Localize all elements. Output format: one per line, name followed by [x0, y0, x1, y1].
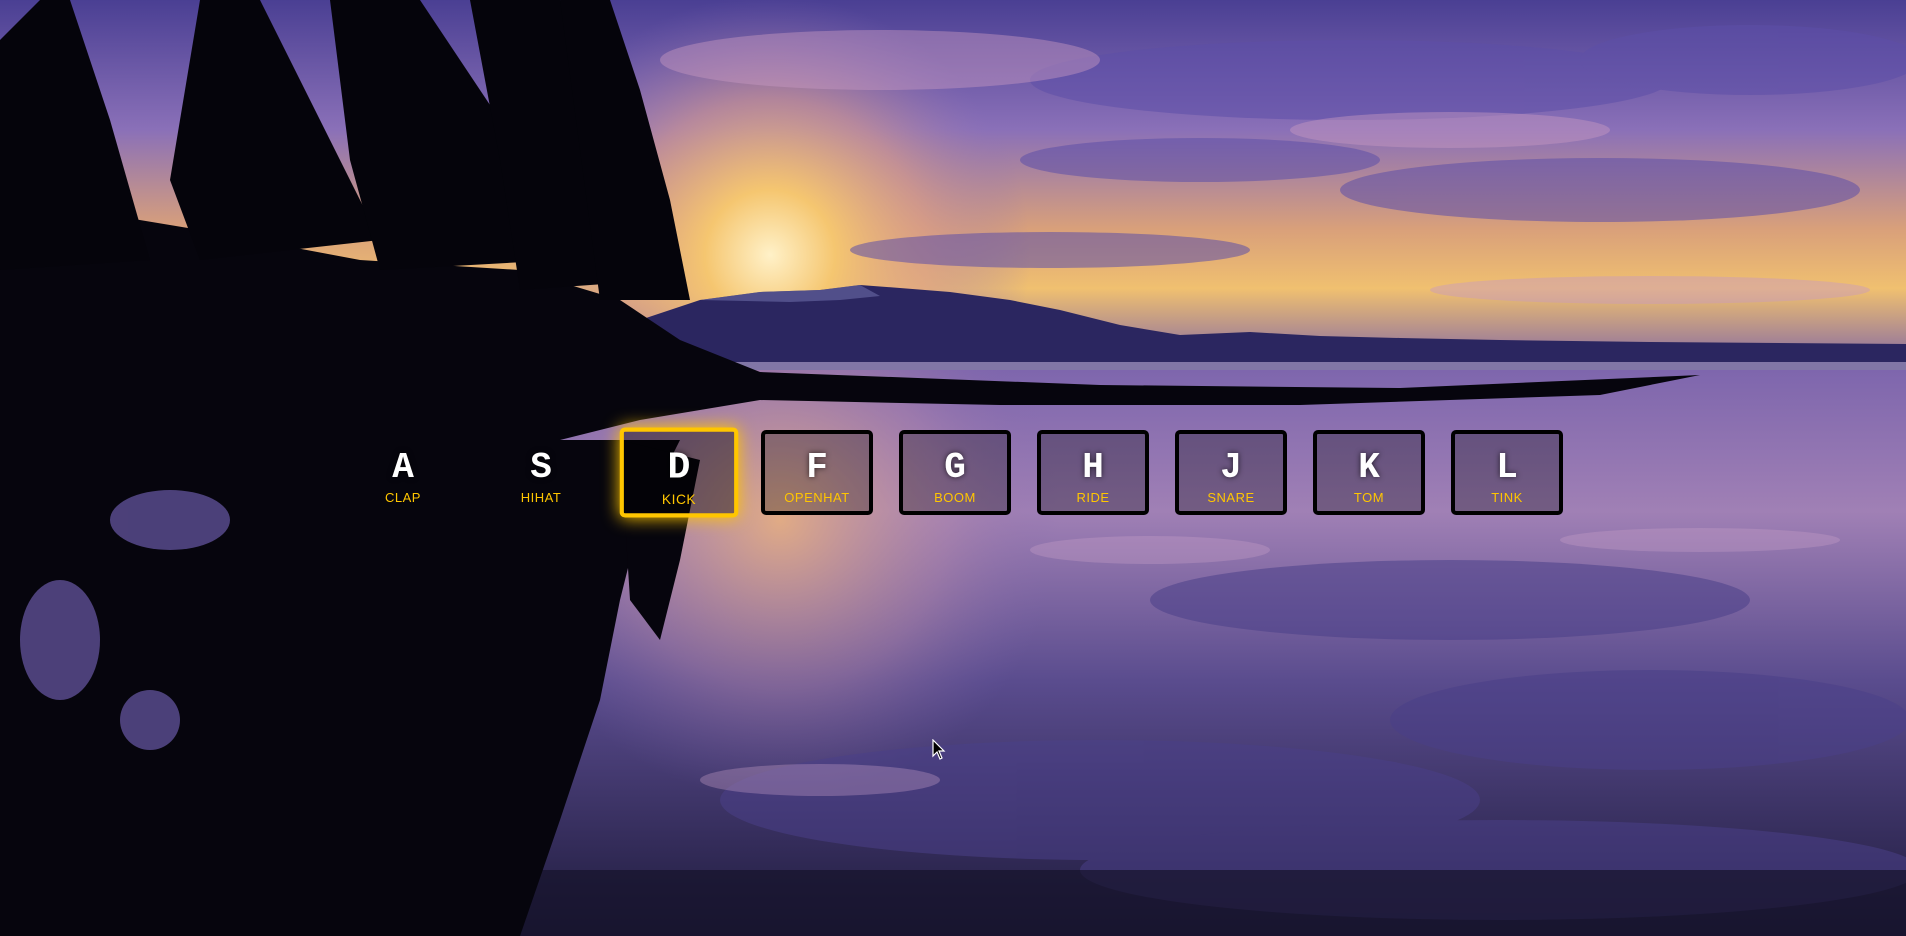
key-letter: A — [392, 447, 414, 488]
key-ride[interactable]: H ride — [1037, 430, 1149, 515]
key-letter: G — [944, 447, 966, 488]
key-tom[interactable]: K tom — [1313, 430, 1425, 515]
key-letter: K — [1358, 447, 1380, 488]
key-clap[interactable]: A clap — [347, 430, 459, 515]
key-letter: S — [530, 447, 552, 488]
key-snare[interactable]: J snare — [1175, 430, 1287, 515]
key-sound-label: clap — [385, 490, 421, 505]
drum-keys: A clap S hihat D kick F openhat G boom H… — [0, 0, 1906, 936]
key-sound-label: hihat — [520, 490, 562, 505]
key-sound-label: boom — [934, 490, 976, 505]
key-sound-label: snare — [1207, 490, 1255, 505]
key-letter: F — [806, 447, 828, 488]
key-boom[interactable]: G boom — [899, 430, 1011, 515]
key-letter: J — [1220, 447, 1242, 488]
key-letter: H — [1082, 447, 1104, 488]
key-letter: L — [1496, 447, 1518, 488]
key-sound-label: tink — [1491, 490, 1523, 505]
mouse-pointer-icon — [932, 739, 946, 760]
key-sound-label: ride — [1076, 490, 1110, 505]
key-openhat[interactable]: F openhat — [761, 430, 873, 515]
key-kick[interactable]: D kick — [619, 427, 739, 518]
key-sound-label: openhat — [784, 490, 850, 505]
key-hihat[interactable]: S hihat — [485, 430, 597, 515]
key-letter: D — [667, 445, 691, 489]
key-sound-label: tom — [1353, 490, 1385, 505]
key-sound-label: kick — [661, 491, 697, 507]
key-tink[interactable]: L tink — [1451, 430, 1563, 515]
